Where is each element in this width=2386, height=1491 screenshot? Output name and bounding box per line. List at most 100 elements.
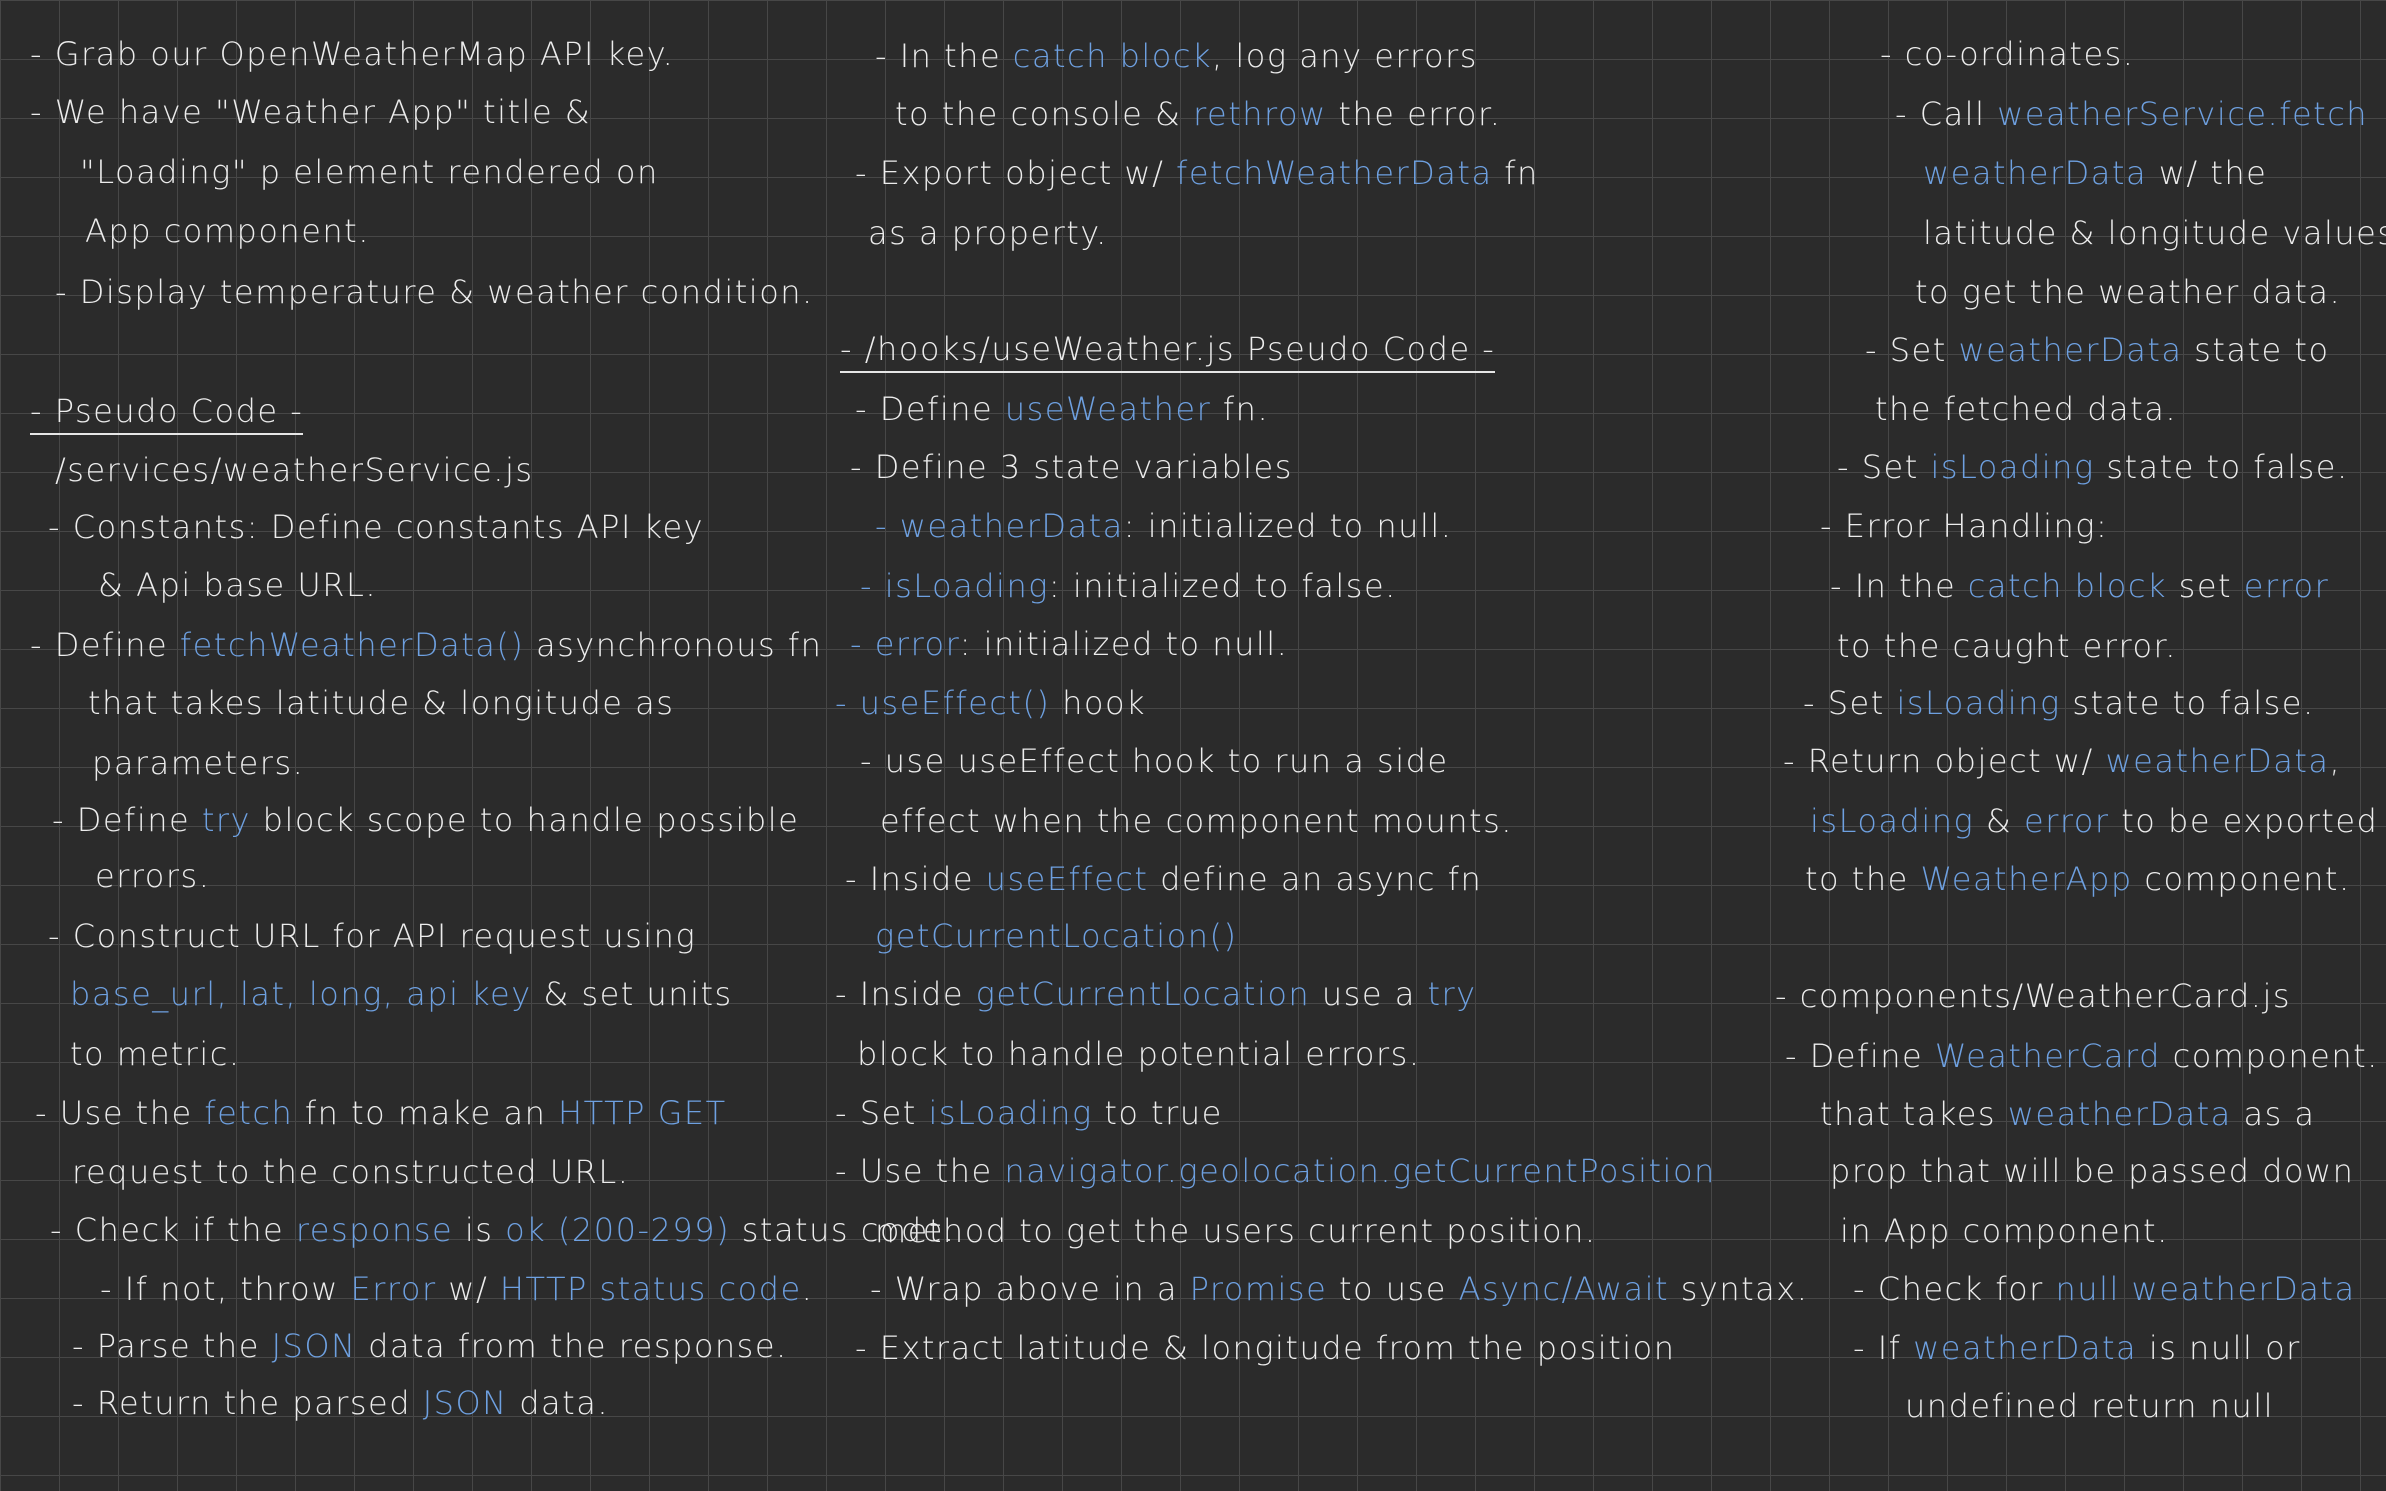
- note-line: - Wrap above in a Promise to use Async/A…: [870, 1269, 1808, 1309]
- note-line: - Use the navigator.geolocation.getCurre…: [835, 1151, 1716, 1191]
- note-text: that takes latitude & longitude as: [88, 684, 675, 722]
- note-line: prop that will be passed down: [1830, 1151, 2354, 1191]
- note-line: - Return object w/ weatherData,: [1783, 741, 2341, 781]
- code-term: Promise: [1189, 1270, 1328, 1308]
- code-term: weatherService.fetch: [1997, 95, 2369, 133]
- note-text: ,: [2329, 742, 2342, 780]
- code-term: - error: [850, 625, 960, 663]
- note-text: .: [801, 1270, 814, 1308]
- note-line: App component.: [85, 211, 370, 251]
- note-line: - Define WeatherCard component.: [1785, 1036, 2379, 1076]
- code-term: - isLoading: [860, 567, 1049, 605]
- note-line: to the WeatherApp component.: [1805, 859, 2351, 899]
- note-text: the error.: [1326, 95, 1502, 133]
- note-text: to use: [1327, 1270, 1459, 1308]
- note-line: parameters.: [92, 743, 304, 783]
- code-term: fetchWeatherData(): [179, 626, 525, 664]
- code-term: ok (200-299): [505, 1211, 731, 1249]
- note-text: - Set: [1837, 448, 1931, 486]
- code-term: getCurrentLocation: [975, 975, 1311, 1013]
- note-text: prop that will be passed down: [1830, 1152, 2355, 1190]
- note-text: /services/weatherService.js: [55, 451, 534, 489]
- note-text: state to false.: [2094, 448, 2349, 486]
- note-line: - In the catch block, log any errors: [875, 36, 1478, 76]
- note-text: - Define 3 state variables: [850, 448, 1293, 486]
- note-text: - Set: [1803, 684, 1897, 722]
- note-text: undefined return null: [1905, 1387, 2275, 1425]
- note-text: data.: [507, 1384, 609, 1422]
- note-line: - Export object w/ fetchWeatherData fn: [855, 153, 1539, 193]
- note-text: hook: [1050, 684, 1147, 722]
- note-line: - Check if the response is ok (200-299) …: [50, 1210, 956, 1250]
- note-line: & Api base URL.: [98, 565, 377, 605]
- note-line: to the caught error.: [1837, 626, 2177, 666]
- note-text: to the: [1805, 860, 1921, 898]
- note-text: - Inside: [845, 860, 986, 898]
- note-text: fn.: [1211, 390, 1270, 428]
- note-line: - Define useWeather fn.: [855, 389, 1269, 429]
- code-term: error: [2024, 802, 2110, 840]
- note-text: "Loading" p element rendered on: [80, 153, 659, 191]
- note-text: - Return object w/: [1783, 742, 2106, 780]
- code-term: null weatherData: [2055, 1270, 2356, 1308]
- code-term: catch block: [1967, 567, 2167, 605]
- code-term: navigator.geolocation.getCurrentPosition: [1004, 1152, 1716, 1190]
- note-text: - Construct URL for API request using: [48, 917, 697, 955]
- note-text: - Use the: [835, 1152, 1005, 1190]
- note-line: /services/weatherService.js: [55, 450, 534, 490]
- note-line: - isLoading: initialized to false.: [860, 566, 1397, 606]
- code-term: Error: [350, 1270, 437, 1308]
- note-line: isLoading & error to be exported: [1810, 801, 2378, 841]
- note-text: errors.: [95, 857, 211, 895]
- code-term: weatherData: [1958, 331, 2183, 369]
- note-text: in App component.: [1840, 1212, 2169, 1250]
- note-line: - Parse the JSON data from the response.: [72, 1326, 788, 1366]
- code-term: try: [201, 801, 251, 839]
- note-line: errors.: [95, 856, 210, 896]
- note-text: to the console &: [895, 95, 1194, 133]
- note-text: to true: [1092, 1094, 1223, 1132]
- note-text: - Wrap above in a: [870, 1270, 1190, 1308]
- note-text: fn: [1492, 154, 1539, 192]
- note-text: is null or: [2137, 1329, 2301, 1367]
- note-text: state to: [2182, 331, 2330, 369]
- note-text: state to false.: [2060, 684, 2315, 722]
- note-line: that takes weatherData as a: [1820, 1094, 2316, 1134]
- note-line: - error: initialized to null.: [850, 624, 1288, 664]
- note-text: - Constants: Define constants API key: [48, 508, 705, 546]
- note-line: to metric.: [70, 1034, 241, 1074]
- code-term: Async/Await: [1458, 1270, 1670, 1308]
- note-text: - components/WeatherCard.js: [1775, 977, 2292, 1015]
- note-line: "Loading" p element rendered on: [80, 152, 659, 192]
- note-text: fn to make an: [293, 1094, 559, 1132]
- note-text: to the caught error.: [1837, 627, 2177, 665]
- note-line: getCurrentLocation(): [875, 916, 1238, 956]
- note-text: - Define: [1785, 1037, 1935, 1075]
- note-text: is: [453, 1211, 506, 1249]
- note-text: component.: [2132, 860, 2351, 898]
- note-text: w/ the: [2147, 154, 2268, 192]
- code-term: fetch: [204, 1094, 294, 1132]
- code-term: isLoading: [928, 1094, 1093, 1132]
- note-text: , log any errors: [1212, 37, 1478, 75]
- note-line: the fetched data.: [1875, 389, 2177, 429]
- section-heading: - Pseudo Code -: [30, 391, 304, 435]
- note-line: - Define 3 state variables: [850, 447, 1293, 487]
- code-term: JSON: [422, 1384, 508, 1422]
- note-text: : initialized to null.: [959, 625, 1289, 663]
- note-text: define an async fn: [1148, 860, 1483, 898]
- note-line: block to handle potential errors.: [857, 1034, 1421, 1074]
- note-line: - co-ordinates.: [1880, 34, 2134, 74]
- note-text: - Set: [835, 1094, 929, 1132]
- note-text: syntax.: [1669, 1270, 1809, 1308]
- note-text: - /hooks/useWeather.js Pseudo Code -: [840, 330, 1496, 368]
- code-term: rethrow: [1193, 95, 1327, 133]
- code-term: - weatherData: [875, 507, 1124, 545]
- code-term: weatherData: [2007, 1095, 2232, 1133]
- note-text: - Check if the: [50, 1211, 296, 1249]
- note-line: - Inside getCurrentLocation use a try: [835, 974, 1477, 1014]
- note-text: to be exported: [2109, 802, 2379, 840]
- note-text: method to get the users current position…: [875, 1212, 1597, 1250]
- note-text: - If: [1853, 1329, 1914, 1367]
- note-line: - Grab our OpenWeatherMap API key.: [30, 34, 674, 74]
